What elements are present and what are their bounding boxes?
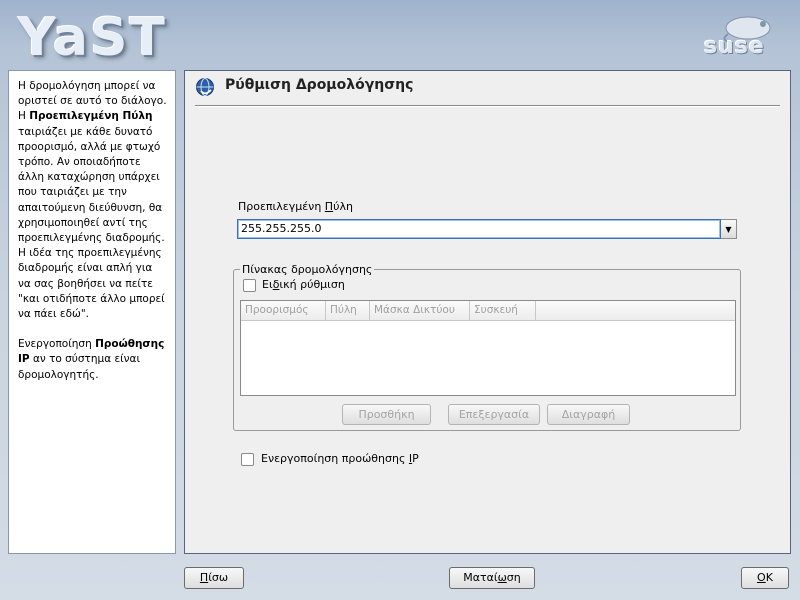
suse-wordmark: suse: [704, 34, 765, 59]
label-text: ύλη: [333, 200, 353, 213]
label-text: Προεπιλεγμένη: [238, 200, 325, 213]
label-text: Ενεργοποίηση προώθησης: [261, 452, 409, 465]
label-text: ική ρύθμιση: [279, 278, 345, 291]
help-text: ταιριάζει με κάθε δυνατό προορισμό, αλλά…: [18, 125, 165, 321]
label-accelerator: O: [757, 571, 766, 584]
routing-table[interactable]: Προορισμός Πύλη Μάσκα Δικτύου Συσκευή: [240, 300, 736, 396]
default-gateway-input[interactable]: 255.255.255.0: [237, 219, 721, 239]
help-paragraph-routing: Η δρομολόγηση μπορεί να οριστεί σε αυτό …: [18, 79, 167, 322]
help-panel: Η δρομολόγηση μπορεί να οριστεί σε αυτό …: [8, 70, 176, 554]
expert-config-label[interactable]: Ειδική ρύθμιση: [262, 278, 345, 291]
default-gateway-combo[interactable]: 255.255.255.0 ▼: [237, 219, 737, 239]
column-header-destination[interactable]: Προορισμός: [241, 301, 326, 320]
label-text: K: [765, 571, 773, 584]
label-accelerator: ω: [497, 571, 507, 584]
routing-table-header: Προορισμός Πύλη Μάσκα Δικτύου Συσκευή: [241, 301, 735, 321]
expert-config-checkbox[interactable]: [243, 279, 256, 292]
column-header-gateway[interactable]: Πύλη: [326, 301, 370, 320]
main-panel: Ρύθμιση Δρομολόγησης Προεπιλεγμένη Πύλη …: [184, 70, 791, 554]
ip-forwarding-label[interactable]: Ενεργοποίηση προώθησης IP: [261, 452, 419, 465]
network-globe-icon: [196, 78, 214, 96]
yast-logo: YaST: [18, 8, 167, 68]
column-header-device[interactable]: Συσκευή: [470, 301, 536, 320]
help-paragraph-forwarding: Ενεργοποίηση Προώθησης IP αν το σύστημα …: [18, 337, 167, 383]
column-header-netmask[interactable]: Μάσκα Δικτύου: [370, 301, 470, 320]
ok-button[interactable]: OK: [741, 567, 789, 589]
label-text: Ματαί: [463, 571, 498, 584]
default-gateway-label: Προεπιλεγμένη Πύλη: [238, 200, 353, 213]
label-text: Ει: [262, 278, 273, 291]
page-title: Ρύθμιση Δρομολόγησης: [225, 77, 414, 93]
edit-route-button[interactable]: Επεξεργασία: [448, 404, 540, 425]
routing-table-legend: Πίνακας δρομολόγησης: [240, 263, 375, 276]
label-text: ίσω: [208, 571, 229, 584]
label-text: ση: [506, 571, 521, 584]
label-accelerator: Π: [324, 200, 334, 213]
add-route-button[interactable]: Προσθήκη: [342, 404, 431, 425]
delete-route-button[interactable]: Διαγραφή: [547, 404, 630, 425]
help-text: αν το σύστημα είναι δρομολογητής.: [18, 353, 141, 381]
help-text: Ενεργοποίηση: [18, 338, 96, 351]
ip-forwarding-checkbox[interactable]: [241, 453, 254, 466]
chevron-down-icon[interactable]: ▼: [721, 219, 737, 239]
help-bold-term: Προεπιλεγμένη Πύλη: [29, 110, 153, 123]
abort-button[interactable]: Ματαίωση: [449, 567, 535, 589]
label-text: P: [412, 452, 419, 465]
title-divider: [195, 105, 780, 107]
routing-table-group: Πίνακας δρομολόγησης Ειδική ρύθμιση Προο…: [233, 263, 741, 431]
back-button[interactable]: Πίσω: [184, 567, 244, 589]
label-accelerator: Π: [199, 571, 209, 584]
